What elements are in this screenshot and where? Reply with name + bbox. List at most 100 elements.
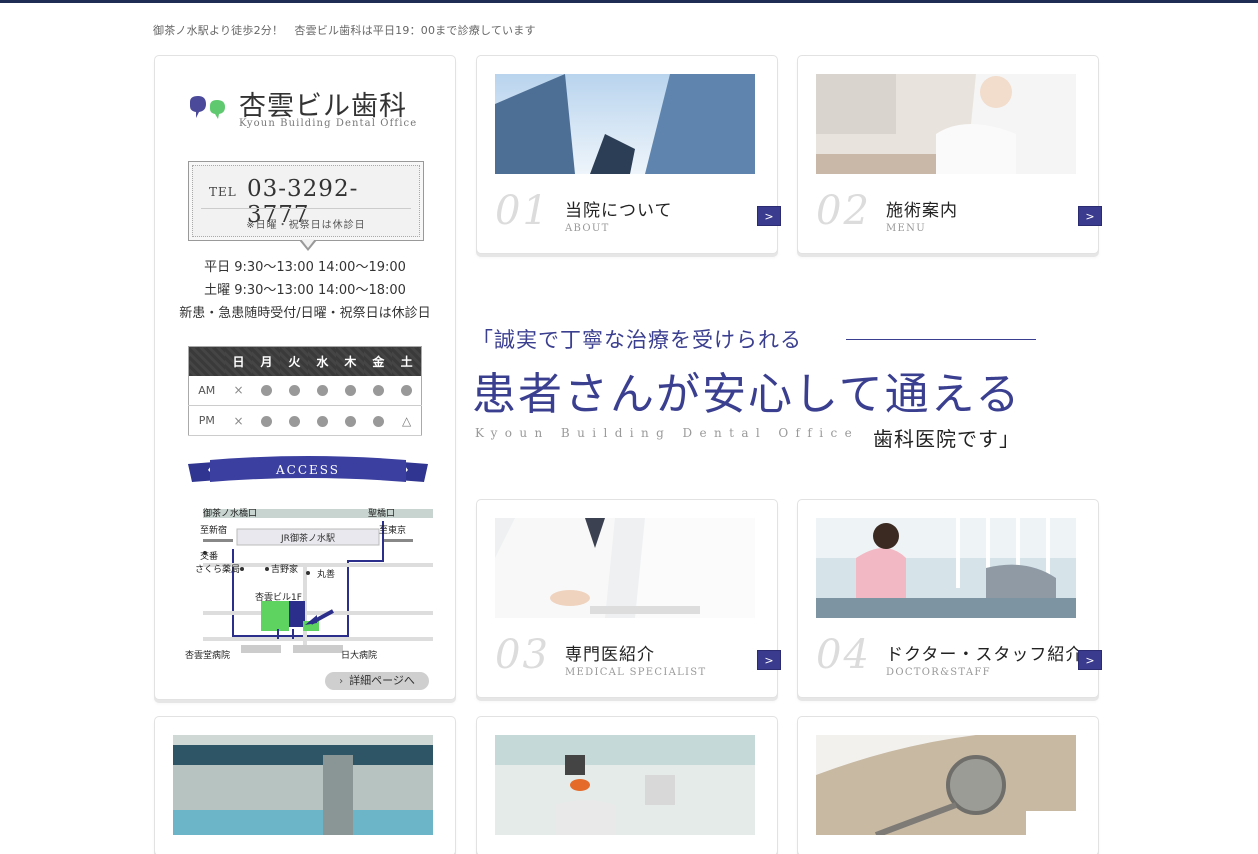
open-dot-icon [316, 415, 328, 427]
schedule-row: AM × [188, 375, 422, 406]
catch-line-3: 歯科医院です」 [873, 427, 1020, 451]
menu-image-dentist [816, 74, 1076, 174]
schedule-cell [280, 405, 309, 436]
menu-title: 施術案内 [886, 201, 958, 221]
hours-weekday: 平日 9:30〜13:00 14:00〜19:00 [204, 260, 406, 275]
open-dot-icon [288, 385, 300, 397]
photo-card-instruments[interactable] [797, 716, 1099, 854]
catch-english: Kyoun Building Dental Office [475, 426, 860, 440]
open-dot-icon [260, 415, 272, 427]
day-header: 日 [224, 346, 253, 376]
menu-image-doctors [495, 518, 755, 618]
access-detail-button[interactable]: › 詳細ページへ [325, 672, 429, 690]
map-label: さくら薬局 [195, 563, 240, 575]
day-header: 月 [252, 346, 281, 376]
map-label: 杏雲堂病院 [185, 649, 230, 661]
map-label: 至東京 [379, 524, 406, 536]
access-ribbon: ACCESS [188, 456, 428, 482]
tel-box: TEL 03-3292-3777 ※日曜・祝祭日は休診日 [188, 161, 424, 241]
header-tagline: 御茶ノ水駅より徒歩2分！ 杏雲ビル歯科は平日19：00まで診療しています [153, 24, 536, 37]
menu-image-staff [816, 518, 1076, 618]
map-label: 日大病院 [341, 649, 377, 661]
open-dot-icon [316, 385, 328, 397]
day-header: 木 [336, 346, 365, 376]
tel-label: TEL [209, 185, 237, 199]
closed-mark: × [233, 383, 244, 398]
day-header: 土 [392, 346, 422, 376]
schedule-row-label: PM [188, 405, 225, 436]
catch-line-1: 「誠実で丁寧な治療を受けられる [472, 328, 802, 352]
menu-number: 01 [495, 188, 550, 234]
access-map[interactable]: JR御茶ノ水駅 御茶ノ水橋口 聖橋口 至新宿 至東京 交番 さくら薬局 吉野家 … [183, 501, 433, 666]
photo-card-building[interactable] [154, 716, 456, 854]
menu-subtitle: DOCTOR&STAFF [886, 667, 991, 678]
schedule-cell [252, 375, 281, 406]
menu-image-buildings [495, 74, 755, 174]
photo-dental-instruments [816, 735, 1076, 835]
schedule-cell [280, 375, 309, 406]
open-dot-icon [372, 415, 384, 427]
chevron-right-icon: › [339, 676, 344, 687]
open-dot-icon [260, 385, 272, 397]
schedule-cell [336, 375, 365, 406]
photo-clinic-interior [495, 735, 755, 835]
catchphrase: 「誠実で丁寧な治療を受けられる 患者さんが安心して通える Kyoun Build… [470, 318, 1070, 458]
schedule-cell [392, 375, 422, 406]
menu-card-menu[interactable]: 02 施術案内 MENU > [797, 55, 1102, 254]
map-label: 丸善 [317, 568, 335, 580]
detail-button-label: 詳細ページへ [349, 674, 415, 687]
closed-mark: × [233, 413, 244, 428]
open-dot-icon [344, 385, 356, 397]
arrow-right-icon[interactable]: > [1078, 206, 1102, 226]
schedule-table: 日 月 火 水 木 金 土 AM × PM × △ [188, 346, 422, 436]
menu-card-about[interactable]: 01 当院について ABOUT > [476, 55, 781, 254]
map-label: 吉野家 [271, 563, 298, 575]
schedule-row: PM × △ [188, 405, 422, 436]
schedule-header-row: 日 月 火 水 木 金 土 [188, 346, 422, 376]
schedule-cell: × [224, 405, 253, 436]
catch-line-2: 患者さんが安心して通える [472, 369, 1022, 420]
arrow-right-icon[interactable]: > [757, 206, 781, 226]
schedule-cell: × [224, 375, 253, 406]
menu-card-specialist[interactable]: 03 専門医紹介 MEDICAL SPECIALIST > [476, 499, 781, 698]
schedule-cell: △ [392, 405, 422, 436]
open-dot-icon [401, 385, 413, 397]
partial-mark: △ [402, 413, 412, 428]
map-label: 御茶ノ水橋口 [203, 507, 257, 519]
tel-note: ※日曜・祝祭日は休診日 [246, 220, 366, 231]
map-label: 交番 [200, 550, 218, 562]
access-title: ACCESS [275, 463, 340, 477]
map-station-label: JR御茶ノ水駅 [280, 532, 335, 544]
photo-building-exterior [173, 735, 433, 835]
photo-card-clinic[interactable] [476, 716, 778, 854]
day-header: 水 [308, 346, 337, 376]
hours-text: 平日 9:30〜13:00 14:00〜19:00 土曜 9:30〜13:00 … [155, 256, 455, 325]
top-bar [0, 0, 1258, 3]
schedule-cell [364, 405, 393, 436]
menu-subtitle: MEDICAL SPECIALIST [565, 667, 707, 678]
hours-note: 新患・急患随時受付/日曜・祝祭日は休診日 [179, 306, 431, 321]
open-dot-icon [288, 415, 300, 427]
menu-title: ドクター・スタッフ紹介 [886, 645, 1084, 665]
menu-subtitle: ABOUT [565, 223, 610, 234]
arrow-right-icon[interactable]: > [757, 650, 781, 670]
open-dot-icon [372, 385, 384, 397]
logo-mark-icon [190, 96, 225, 119]
map-label: 聖橋口 [368, 507, 395, 519]
menu-number: 04 [816, 632, 871, 678]
menu-card-staff[interactable]: 04 ドクター・スタッフ紹介 DOCTOR&STAFF > [797, 499, 1102, 698]
menu-title: 当院について [565, 201, 673, 221]
day-header: 金 [364, 346, 393, 376]
schedule-cell [336, 405, 365, 436]
schedule-cell [364, 375, 393, 406]
hours-saturday: 土曜 9:30〜13:00 14:00〜18:00 [204, 283, 406, 298]
menu-subtitle: MENU [886, 223, 926, 234]
schedule-cell [308, 375, 337, 406]
schedule-cell [252, 405, 281, 436]
site-logo[interactable]: 杏雲ビル歯科 Kyoun Building Dental Office [187, 84, 427, 134]
arrow-right-icon[interactable]: > [1078, 650, 1102, 670]
menu-title: 専門医紹介 [565, 645, 655, 665]
schedule-row-label: AM [188, 375, 225, 406]
sidebar-info-card: 杏雲ビル歯科 Kyoun Building Dental Office TEL … [154, 55, 456, 700]
day-header: 火 [280, 346, 309, 376]
